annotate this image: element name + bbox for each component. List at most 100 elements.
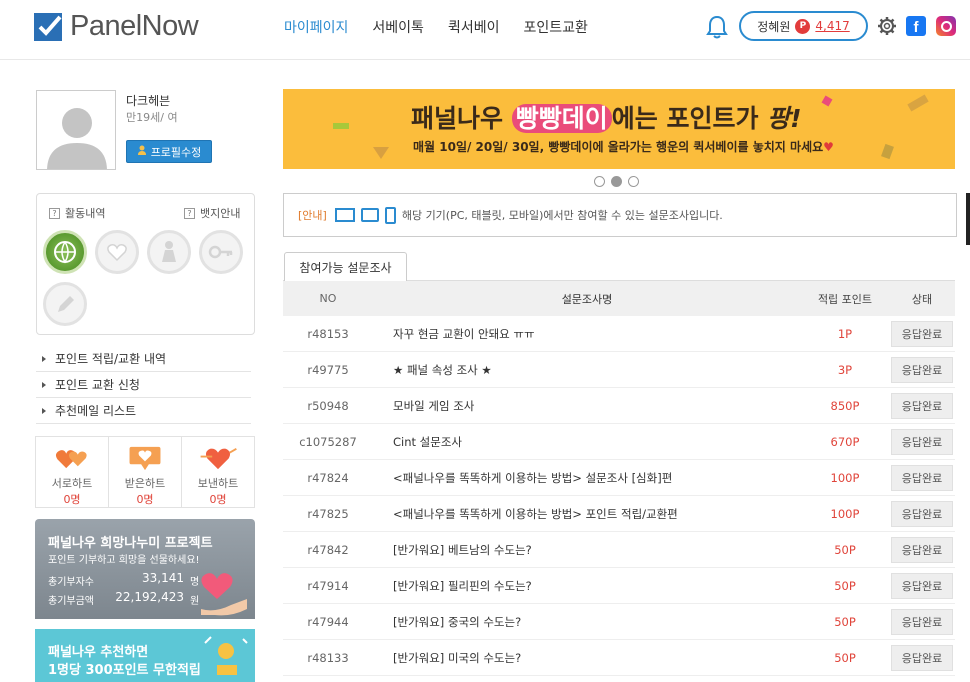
table-row[interactable]: r47824 <패널나우를 똑똑하게 이용하는 방법> 설문조사 [심화]편 100… bbox=[283, 460, 955, 496]
status-button[interactable]: 응답완료 bbox=[891, 608, 953, 635]
mutual-hearts[interactable]: 서로하트 0명 bbox=[36, 437, 109, 507]
table-row[interactable]: r47944 [반가워요] 중국의 수도는? 50P 응답완료 bbox=[283, 604, 955, 640]
pen-badge-icon[interactable] bbox=[43, 282, 87, 326]
profile-edit-button[interactable]: 프로필수정 bbox=[126, 140, 212, 163]
survey-title[interactable]: [반가워요] 베트남의 수도는? bbox=[373, 542, 801, 558]
gear-icon[interactable] bbox=[877, 16, 897, 39]
table-row[interactable]: r47914 [반가워요] 필리핀의 수도는? 50P 응답완료 bbox=[283, 568, 955, 604]
sent-hearts[interactable]: 보낸하트 0명 bbox=[182, 437, 254, 507]
table-row[interactable]: r48133 [반가워요] 미국의 수도는? 50P 응답완료 bbox=[283, 640, 955, 676]
coin-icon bbox=[204, 636, 248, 675]
survey-points: 100P bbox=[830, 470, 860, 485]
table-row[interactable]: r48153 자꾸 현금 교환이 안돼요 ㅠㅠ 1P 응답완료 bbox=[283, 316, 955, 352]
point-badge-icon: P bbox=[795, 18, 811, 34]
menu-label: 포인트 적립/교환 내역 bbox=[55, 352, 167, 366]
survey-title[interactable]: 모바일 게임 조사 bbox=[373, 398, 801, 414]
table-row[interactable]: r47825 <패널나우를 똑똑하게 이용하는 방법> 포인트 적립/교환편 100… bbox=[283, 496, 955, 532]
banner-title-emph: 팡! bbox=[767, 104, 802, 133]
event-banner[interactable]: 패널나우 빵빵데이 에는 포인트가 팡! 매월 10일/ 20일/ 30일, 빵빵… bbox=[283, 89, 955, 169]
nav-point-exchange[interactable]: 포인트교환 bbox=[523, 17, 587, 37]
recommend-banner[interactable]: 패널나우 추천하면 1명당 300포인트 무한적립 bbox=[35, 629, 255, 682]
carousel-dot-2[interactable] bbox=[611, 176, 622, 187]
nav-mypage[interactable]: 마이페이지 bbox=[284, 17, 348, 37]
survey-no: r48133 bbox=[307, 650, 349, 665]
survey-title[interactable]: [반가워요] 미국의 수도는? bbox=[373, 650, 801, 666]
survey-no: r49775 bbox=[307, 362, 349, 377]
table-row[interactable]: r50948 모바일 게임 조사 850P 응답완료 bbox=[283, 388, 955, 424]
status-button[interactable]: 응답완료 bbox=[891, 644, 953, 671]
carousel-dot-3[interactable] bbox=[628, 176, 639, 187]
instagram-icon[interactable] bbox=[936, 16, 956, 36]
status-button[interactable]: 응답완료 bbox=[891, 392, 953, 419]
status-button[interactable]: 응답완료 bbox=[891, 464, 953, 491]
banner-title-pre: 패널나우 bbox=[411, 104, 512, 133]
survey-no: r47825 bbox=[307, 506, 349, 521]
heart-badge-icon[interactable] bbox=[95, 230, 139, 274]
table-row[interactable]: r47842 [반가워요] 베트남의 수도는? 50P 응답완료 bbox=[283, 532, 955, 568]
heart-count: 0명 bbox=[63, 493, 81, 506]
nav-surveytalk[interactable]: 서베이톡 bbox=[372, 17, 424, 37]
confetti-shape bbox=[907, 94, 929, 112]
survey-title[interactable]: [반가워요] 중국의 수도는? bbox=[373, 614, 801, 630]
survey-points: 50P bbox=[834, 578, 856, 593]
survey-title[interactable]: <패널나우를 똑똑하게 이용하는 방법> 포인트 적립/교환편 bbox=[373, 506, 801, 522]
donation-amount-value: 22,192,423 bbox=[115, 590, 184, 604]
banner-subtitle-text: 매월 10일/ 20일/ 30일, 빵빵데이에 올라가는 행운의 퀵서베이를 놓… bbox=[413, 140, 824, 154]
survey-status-cell: 응답완료 bbox=[889, 428, 955, 455]
donation-banner[interactable]: 패널나우 희망나누미 프로젝트 포인트 기부하고 희망을 선물하세요! 총기부자… bbox=[35, 519, 255, 619]
status-button[interactable]: 응답완료 bbox=[891, 500, 953, 527]
survey-points: 100P bbox=[830, 506, 860, 521]
activity-icon: ? bbox=[49, 207, 60, 219]
survey-title[interactable]: [반가워요] 필리핀의 수도는? bbox=[373, 578, 801, 594]
donation-subtitle: 포인트 기부하고 희망을 선물하세요! bbox=[48, 555, 200, 566]
received-hearts[interactable]: 받은하트 0명 bbox=[109, 437, 182, 507]
survey-title[interactable]: ★ 패널 속성 조사 ★ bbox=[373, 362, 801, 378]
facebook-icon[interactable]: f bbox=[906, 16, 926, 36]
activity-label: 활동내역 bbox=[65, 207, 106, 220]
activity-link[interactable]: ? 활동내역 bbox=[49, 205, 105, 221]
menu-recommend-mail[interactable]: 추천메일 리스트 bbox=[36, 398, 251, 424]
confetti-shape bbox=[333, 123, 349, 129]
confetti-shape bbox=[373, 147, 389, 159]
status-button[interactable]: 응답완료 bbox=[891, 428, 953, 455]
badge-guide-link[interactable]: ? 뱃지안내 bbox=[184, 205, 240, 221]
survey-no: r47914 bbox=[307, 578, 349, 593]
survey-status-cell: 응답완료 bbox=[889, 392, 955, 419]
received-heart-icon bbox=[129, 446, 161, 471]
survey-title[interactable]: 자꾸 현금 교환이 안돼요 ㅠㅠ bbox=[373, 326, 801, 342]
menu-point-history[interactable]: 포인트 적립/교환 내역 bbox=[36, 346, 251, 372]
banner-heart-icon: ♥ bbox=[823, 140, 834, 154]
survey-points: 50P bbox=[834, 542, 856, 557]
notice-text: 해당 기기(PC, 태블릿, 모바일)에서만 참여할 수 있는 설문조사입니다. bbox=[401, 209, 723, 222]
tab-available-surveys[interactable]: 참여가능 설문조사 bbox=[284, 252, 407, 281]
logo[interactable]: PanelNow bbox=[34, 10, 199, 43]
globe-badge-icon[interactable] bbox=[43, 230, 87, 274]
survey-title[interactable]: <패널나우를 똑똑하게 이용하는 방법> 설문조사 [심화]편 bbox=[373, 470, 801, 486]
survey-title[interactable]: Cint 설문조사 bbox=[373, 434, 801, 450]
heart-count: 0명 bbox=[136, 493, 154, 506]
status-button[interactable]: 응답완료 bbox=[891, 320, 953, 347]
side-menu: 포인트 적립/교환 내역 포인트 교환 신청 추천메일 리스트 bbox=[36, 346, 251, 424]
user-points-pill[interactable]: 정혜원 P 4,417 bbox=[739, 11, 868, 41]
survey-no: c1075287 bbox=[299, 434, 357, 449]
carousel-dot-1[interactable] bbox=[594, 176, 605, 187]
person-badge-icon[interactable] bbox=[147, 230, 191, 274]
table-row[interactable]: r49775 ★ 패널 속성 조사 ★ 3P 응답완료 bbox=[283, 352, 955, 388]
key-badge-icon[interactable] bbox=[199, 230, 243, 274]
badge-panel: ? 활동내역 ? 뱃지안내 bbox=[36, 193, 255, 335]
pc-icon bbox=[334, 208, 355, 222]
status-button[interactable]: 응답완료 bbox=[891, 536, 953, 563]
survey-points: 850P bbox=[830, 398, 860, 413]
status-button[interactable]: 응답완료 bbox=[891, 356, 953, 383]
table-row[interactable]: c1075287 Cint 설문조사 670P 응답완료 bbox=[283, 424, 955, 460]
survey-points: 50P bbox=[834, 650, 856, 665]
status-button[interactable]: 응답완료 bbox=[891, 572, 953, 599]
banner-title-highlight: 빵빵데이 bbox=[511, 104, 612, 133]
survey-status-cell: 응답완료 bbox=[889, 356, 955, 383]
user-points[interactable]: 4,417 bbox=[815, 19, 849, 33]
hand-heart-icon bbox=[201, 573, 247, 616]
menu-point-exchange[interactable]: 포인트 교환 신청 bbox=[36, 372, 251, 398]
nav-quicksurvey[interactable]: 퀵서베이 bbox=[448, 17, 500, 37]
bell-icon[interactable] bbox=[706, 15, 728, 42]
user-icon bbox=[137, 145, 147, 158]
